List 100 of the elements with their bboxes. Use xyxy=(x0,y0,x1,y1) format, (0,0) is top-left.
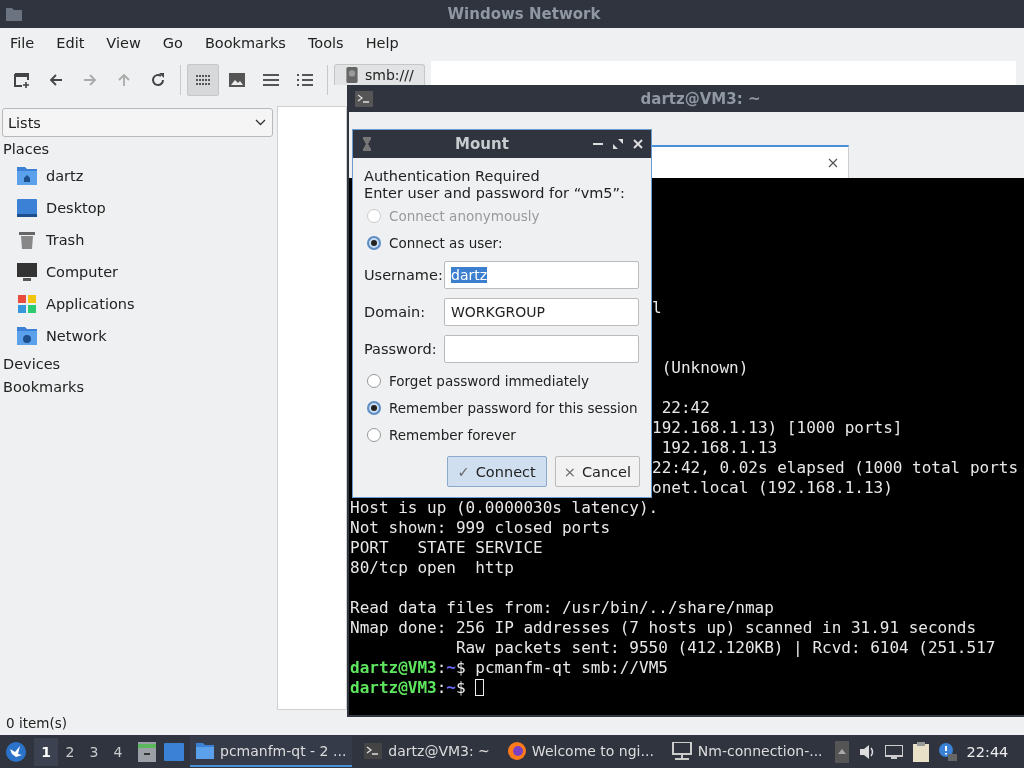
list-icon xyxy=(263,74,279,86)
prompt-user: dartz@VM3 xyxy=(350,658,437,677)
place-item[interactable]: Desktop xyxy=(0,192,275,224)
path-button[interactable]: smb:/// xyxy=(334,64,425,85)
menu-item[interactable]: Help xyxy=(357,35,407,51)
task-button[interactable]: Nm-connection-... xyxy=(665,736,829,767)
place-item[interactable]: Network xyxy=(0,320,275,352)
prompt-path: ~ xyxy=(446,678,456,697)
menu-item[interactable]: Go xyxy=(154,35,191,51)
folder-icon xyxy=(6,7,22,21)
file-cabinet-icon[interactable] xyxy=(138,741,156,762)
radio-label[interactable]: Forget password immediately xyxy=(389,372,589,389)
arrow-up-icon[interactable] xyxy=(834,740,849,763)
terminal-line: Nmap done: 256 IP addresses (7 hosts up) scanned in 31.91 seconds xyxy=(350,618,977,637)
dialog-prompt: Enter user and password for “vm5”: xyxy=(364,185,626,202)
home-folder-icon xyxy=(17,167,37,185)
status-text: 0 item(s) xyxy=(5,713,68,733)
terminal-line: onet.local (192.168.1.13) xyxy=(652,478,893,497)
desktop-icon[interactable] xyxy=(164,742,184,761)
terminal-line: PORT STATE SERVICE xyxy=(350,538,543,557)
terminal-line: Not shown: 999 closed ports xyxy=(350,518,611,537)
terminal-line: Read data files from: /usr/bin/../share/nmap xyxy=(350,598,774,617)
prompt-command: $ xyxy=(456,678,467,697)
icon-view-button[interactable] xyxy=(187,64,219,96)
prompt-separator: : xyxy=(436,658,447,677)
info-icon[interactable] xyxy=(938,742,957,761)
place-item[interactable]: Applications xyxy=(0,288,275,320)
new-window-icon xyxy=(14,72,30,88)
dialog-heading: Authentication Required xyxy=(364,168,541,185)
section-header[interactable]: Devices xyxy=(0,352,275,375)
section-header[interactable]: Bookmarks xyxy=(0,375,275,398)
radio-button[interactable] xyxy=(367,400,381,415)
workspace-button[interactable]: 2 xyxy=(58,737,82,766)
radio-button[interactable] xyxy=(367,235,381,250)
input-field[interactable]: dartz xyxy=(444,260,639,289)
radio-button[interactable] xyxy=(367,373,381,388)
network-monitor-icon xyxy=(671,741,692,760)
maximize-icon[interactable] xyxy=(613,139,623,149)
folder-icon xyxy=(196,742,214,759)
prompt-user: dartz@VM3 xyxy=(350,678,437,697)
connect-button[interactable]: ✓ Connect xyxy=(446,456,547,487)
arrow-up-icon xyxy=(116,72,132,88)
path-field[interactable] xyxy=(430,61,1016,87)
reload-icon xyxy=(150,72,166,88)
radio-label[interactable]: Remember forever xyxy=(389,426,516,443)
section-header[interactable]: Places xyxy=(0,137,275,160)
menu-item[interactable]: Tools xyxy=(299,35,352,51)
task-button[interactable]: pcmanfm-qt - 2 ... xyxy=(190,736,353,767)
terminal-line: 22:42, 0.02s elapsed (1000 total ports xyxy=(652,458,1019,477)
place-item[interactable]: Computer xyxy=(0,256,275,288)
workspace-button[interactable]: 3 xyxy=(82,737,106,766)
radio-label[interactable]: Remember password for this session xyxy=(389,399,638,416)
field-label: Password: xyxy=(364,340,438,357)
terminal-line: l xyxy=(652,298,662,317)
menu-item[interactable]: File xyxy=(2,35,43,51)
prompt-separator: : xyxy=(436,678,447,697)
terminal-line: (Unknown) xyxy=(660,358,749,377)
radio-label[interactable]: Connect as user: xyxy=(389,234,503,251)
hourglass-icon xyxy=(363,137,371,151)
terminal-line: Host is up (0.0000030s latency). xyxy=(350,498,659,517)
close-icon xyxy=(828,157,838,168)
window-title: Windows Network xyxy=(446,5,602,23)
terminal-line: 192.168.1.13) [1000 ports] xyxy=(652,418,903,437)
clock[interactable]: 22:44 xyxy=(966,743,1009,760)
clipboard-icon[interactable] xyxy=(912,741,929,762)
task-button[interactable]: Welcome to ngi... xyxy=(501,736,660,767)
prompt-command: $ pcmanfm-qt smb://VM5 xyxy=(456,658,668,677)
task-button[interactable]: dartz@VM3: ~ xyxy=(358,736,496,767)
dialog-title: Mount xyxy=(454,135,510,153)
prompt-path: ~ xyxy=(446,658,456,677)
arrow-left-icon xyxy=(48,72,64,88)
terminal-line: 192.168.1.13 xyxy=(660,438,778,457)
image-icon xyxy=(229,73,245,87)
bird-logo-icon[interactable] xyxy=(6,741,26,762)
cancel-button[interactable]: × Cancel xyxy=(554,456,640,487)
apps-grid-icon xyxy=(17,295,37,313)
terminal-line: 22:42 xyxy=(660,398,710,417)
field-label: Domain: xyxy=(364,303,427,320)
side-panel-dropdown[interactable]: Lists xyxy=(2,108,273,137)
terminal-icon xyxy=(364,742,383,759)
grid-icon xyxy=(196,75,210,85)
browser-icon xyxy=(507,741,526,760)
arrow-right-icon xyxy=(82,72,98,88)
chevron-down-icon xyxy=(255,119,266,126)
trash-icon xyxy=(17,231,37,249)
speaker-icon[interactable] xyxy=(858,743,875,760)
close-icon[interactable] xyxy=(633,139,643,149)
workspace-button[interactable]: 1 xyxy=(34,737,58,766)
menu-item[interactable]: View xyxy=(98,35,149,51)
workspace-button[interactable]: 4 xyxy=(106,737,130,766)
input-field[interactable] xyxy=(444,334,639,363)
radio-button[interactable] xyxy=(367,427,381,442)
place-item[interactable]: Trash xyxy=(0,224,275,256)
input-field[interactable]: WORKGROUP xyxy=(444,297,639,326)
monitor-icon xyxy=(17,263,37,281)
menu-item[interactable]: Edit xyxy=(48,35,93,51)
place-item[interactable]: dartz xyxy=(0,160,275,192)
menu-item[interactable]: Bookmarks xyxy=(196,35,294,51)
network-icon[interactable] xyxy=(884,744,903,759)
network-folder-icon xyxy=(17,327,37,345)
